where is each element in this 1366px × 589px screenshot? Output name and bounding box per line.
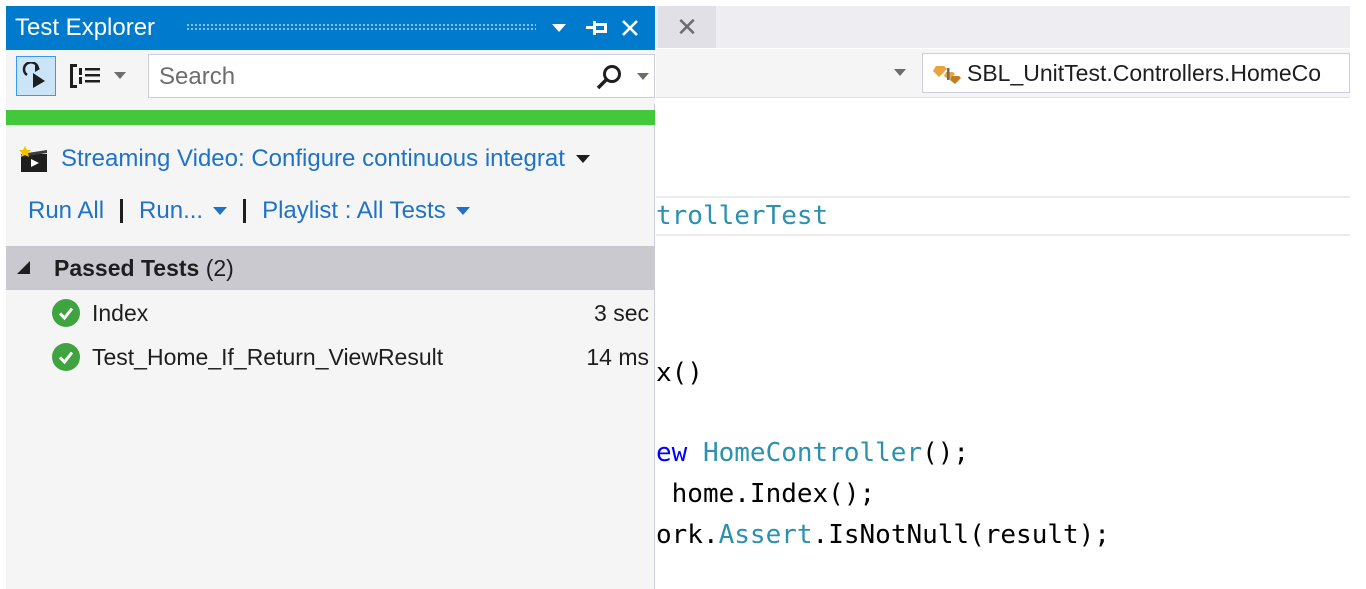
streaming-video-text[interactable]: Streaming Video: Configure continuous in… <box>61 145 565 173</box>
editor-navigation-bar: SBL_UnitTest.Controllers.HomeCo <box>656 49 1350 98</box>
search-icon[interactable] <box>595 64 623 92</box>
progress-bar-fill <box>6 110 655 125</box>
class-navigation-dropdown[interactable]: SBL_UnitTest.Controllers.HomeCo <box>922 53 1350 93</box>
sticky-scroll-line: trollerTest <box>656 196 1350 236</box>
search-options-dropdown-icon[interactable] <box>637 73 649 81</box>
panel-title-bar[interactable]: Test Explorer <box>6 6 655 50</box>
test-duration: 14 ms <box>586 344 649 370</box>
run-tests-after-build-button[interactable] <box>16 56 56 96</box>
group-label: Passed Tests (2) <box>54 255 234 282</box>
group-title: Passed Tests <box>54 255 200 281</box>
title-bar-grip[interactable] <box>186 23 536 32</box>
code-text: .IsNotNull(result); <box>812 520 1110 550</box>
test-row[interactable]: Index 3 sec <box>6 292 655 334</box>
test-name: Index <box>92 300 149 326</box>
video-icon <box>19 146 47 172</box>
code-line[interactable]: ew HomeController(); <box>656 438 969 468</box>
code-editor: ✕ SBL_UnitTest.Controllers.HomeCo trolle… <box>656 6 1350 589</box>
test-name: Test_Home_If_Return_ViewResult <box>92 344 444 370</box>
project-dropdown-icon[interactable] <box>894 69 906 77</box>
code-line[interactable]: ork.Assert.IsNotNull(result); <box>656 520 1110 550</box>
panel-title: Test Explorer <box>15 14 156 41</box>
pin-icon <box>586 21 607 35</box>
separator <box>243 199 247 223</box>
window-position-dropdown-button[interactable] <box>548 14 570 42</box>
test-duration: 3 sec <box>594 300 649 326</box>
code-text: ork. <box>656 520 719 550</box>
group-count: (2) <box>205 255 234 281</box>
chevron-down-icon <box>213 207 228 216</box>
passed-tests-group-header[interactable]: Passed Tests (2) <box>6 246 655 290</box>
code-type: Assert <box>718 520 813 550</box>
test-explorer-toolbar <box>6 50 655 104</box>
close-icon <box>622 20 638 36</box>
code-line[interactable]: x() <box>656 358 703 388</box>
run-all-link[interactable]: Run All <box>28 197 104 225</box>
pin-button[interactable] <box>582 14 612 42</box>
playlist-label: Playlist : All Tests <box>262 197 446 224</box>
search-input[interactable] <box>157 61 581 93</box>
run-after-build-icon <box>22 62 45 88</box>
group-by-icon <box>70 64 100 88</box>
passed-check-icon <box>52 299 80 327</box>
separator <box>120 199 124 223</box>
close-icon: ✕ <box>676 11 698 42</box>
streaming-video-link[interactable]: Streaming Video: Configure continuous in… <box>19 142 591 176</box>
passed-check-icon <box>52 343 80 371</box>
run-menu-label: Run... <box>139 197 204 224</box>
playlist-menu-link[interactable]: Playlist : All Tests <box>262 197 470 225</box>
caret-down-icon <box>552 24 566 32</box>
chevron-down-icon <box>455 207 470 216</box>
class-icon <box>933 66 961 84</box>
group-by-button[interactable] <box>68 58 138 94</box>
search-box[interactable] <box>148 54 655 98</box>
collapse-triangle-icon[interactable] <box>16 260 32 276</box>
test-actions-bar: Run All Run... Playlist : All Tests <box>28 194 470 228</box>
code-type: HomeController <box>702 438 923 468</box>
code-text: (); <box>922 438 970 468</box>
close-panel-button[interactable] <box>615 14 645 42</box>
code-line[interactable]: home.Index(); <box>656 479 876 509</box>
chevron-down-icon[interactable] <box>575 154 591 164</box>
group-by-dropdown-icon <box>114 72 126 79</box>
test-row[interactable]: Test_Home_If_Return_ViewResult 14 ms <box>6 336 655 378</box>
close-tab-button[interactable]: ✕ <box>658 6 716 48</box>
class-name-text: SBL_UnitTest.Controllers.HomeCo <box>967 60 1322 86</box>
editor-tab-strip: ✕ <box>656 6 1350 48</box>
test-explorer-panel: Test Explorer Search Streaming Video: Co… <box>6 6 655 589</box>
code-line: trollerTest <box>656 201 829 231</box>
code-keyword: ew <box>656 438 688 468</box>
test-run-progress-bar <box>6 110 655 125</box>
run-menu-link[interactable]: Run... <box>139 197 228 225</box>
